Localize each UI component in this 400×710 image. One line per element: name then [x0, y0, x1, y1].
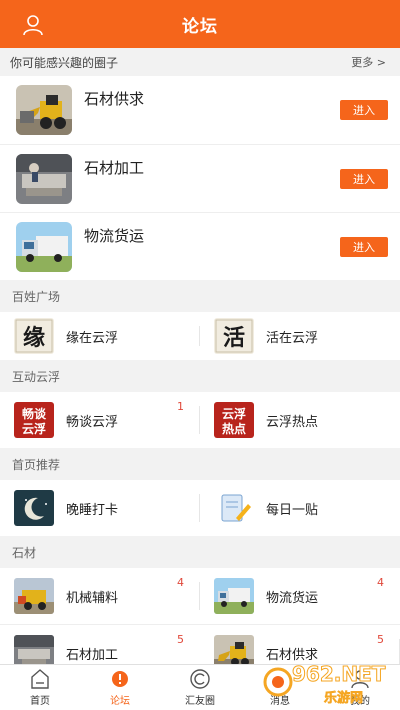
- forum-label: 缘在云浮: [66, 330, 119, 346]
- forum-cell[interactable]: 活 活在云浮: [200, 312, 400, 360]
- svg-text:缘: 缘: [23, 325, 45, 351]
- join-button[interactable]: 进入: [340, 168, 388, 189]
- category-grid: 缘 缘在云浮 活 活在云浮: [0, 312, 400, 360]
- count-badge: 4: [377, 576, 384, 589]
- recommend-name: 石材供求: [84, 90, 145, 108]
- tab-label: 论坛: [110, 696, 130, 707]
- count-badge: 5: [177, 633, 184, 646]
- watermark-sub: 乐游网: [324, 691, 364, 707]
- forum-label: 物流货运: [266, 590, 319, 606]
- category-title: 首页推荐: [0, 448, 400, 480]
- excavator-photo: [16, 85, 72, 135]
- home-icon: [31, 669, 49, 689]
- forum-label: 云浮热点: [266, 414, 319, 430]
- category-title: 互动云浮: [0, 360, 400, 392]
- forum-cell[interactable]: 云浮 热点 云浮热点: [200, 392, 400, 448]
- stone-processing-photo: [16, 153, 72, 204]
- huo-calligraphy-icon: 活: [214, 318, 254, 354]
- page-title: 论坛: [182, 16, 218, 37]
- count-badge: 1: [177, 400, 184, 413]
- tab-home[interactable]: 首页: [0, 665, 80, 710]
- yuan-calligraphy-icon: 缘: [14, 318, 54, 354]
- forum-label: 每日一贴: [266, 502, 319, 518]
- forum-label: 活在云浮: [266, 330, 319, 346]
- moon-icon: [14, 490, 54, 526]
- category-grid: 晚睡打卡 每日一贴: [0, 480, 400, 536]
- category-grid: 畅谈 云浮 畅谈云浮 1 云浮 热点 云浮热点: [0, 392, 400, 448]
- svg-text:云浮: 云浮: [222, 406, 246, 421]
- watermark-brand: 962.NET: [291, 662, 386, 687]
- forum-label: 石材加工: [66, 647, 119, 663]
- list-item[interactable]: 石材供求 进入: [0, 76, 400, 144]
- svg-text:热点: 热点: [222, 421, 246, 436]
- changtan-logo-icon: 畅谈 云浮: [14, 402, 54, 438]
- forum-cell[interactable]: 物流货运 4: [200, 568, 400, 624]
- circle-icon: [190, 669, 210, 689]
- recommend-title: 你可能感兴趣的圈子: [10, 55, 119, 70]
- machinery-photo: [14, 578, 54, 614]
- count-badge: 5: [377, 633, 384, 646]
- count-badge: 4: [177, 576, 184, 589]
- recommend-header: 你可能感兴趣的圈子 更多 >: [0, 48, 400, 76]
- list-item[interactable]: 石材加工 进入: [0, 144, 400, 212]
- truck-photo: [16, 221, 72, 272]
- forum-label: 畅谈云浮: [66, 414, 119, 430]
- user-icon[interactable]: [22, 14, 44, 36]
- tab-label: 首页: [30, 696, 50, 707]
- recommend-name: 石材加工: [84, 159, 145, 177]
- truck-photo: [214, 578, 254, 614]
- tab-circle[interactable]: 汇友圈: [160, 665, 240, 710]
- recommend-list: 石材供求 进入 石材加工 进入 物流货运 进入: [0, 76, 400, 280]
- more-link[interactable]: 更多 >: [351, 54, 386, 70]
- forum-cell[interactable]: 每日一贴: [200, 480, 400, 536]
- list-item[interactable]: 物流货运 进入: [0, 212, 400, 280]
- forum-cell[interactable]: 缘 缘在云浮: [0, 312, 200, 360]
- top-bar: 论坛: [0, 0, 400, 48]
- category-title: 百姓广场: [0, 280, 400, 312]
- recommend-name: 物流货运: [84, 227, 145, 245]
- forum-icon: [112, 671, 128, 687]
- svg-text:畅谈: 畅谈: [22, 406, 47, 421]
- forum-label: 晚睡打卡: [66, 502, 119, 518]
- forum-cell[interactable]: 机械辅料 4: [0, 568, 200, 624]
- forum-label: 机械辅料: [66, 590, 119, 606]
- svg-text:活: 活: [223, 325, 245, 351]
- watermark-logo: 962.NET 乐游网: [262, 660, 392, 706]
- tab-label: 汇友圈: [185, 696, 215, 707]
- forum-cell[interactable]: 晚睡打卡: [0, 480, 200, 536]
- svg-text:云浮: 云浮: [22, 421, 46, 436]
- join-button[interactable]: 进入: [340, 236, 388, 257]
- forum-cell[interactable]: 畅谈 云浮 畅谈云浮 1: [0, 392, 200, 448]
- join-button[interactable]: 进入: [340, 100, 388, 120]
- redian-logo-icon: 云浮 热点: [214, 402, 254, 438]
- tab-forum[interactable]: 论坛: [80, 665, 160, 710]
- category-title: 石材: [0, 536, 400, 568]
- notepad-icon: [214, 490, 254, 526]
